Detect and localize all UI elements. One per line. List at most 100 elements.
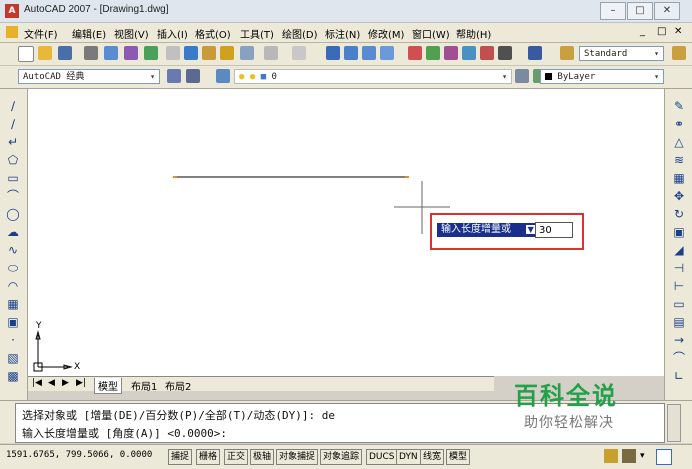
chamfer-icon[interactable]: → [672, 333, 686, 347]
model-toggle[interactable]: 模型 [446, 449, 471, 465]
block-editor-icon[interactable] [240, 46, 254, 60]
menu-view[interactable]: 视图(V) [114, 26, 149, 41]
ortho-toggle[interactable]: 正交 [224, 449, 249, 465]
markup-icon[interactable] [480, 46, 494, 60]
rectangle-icon[interactable]: ▭ [6, 171, 20, 185]
layer-select[interactable]: ● ● ■ 0 ▾ [234, 69, 512, 84]
join-icon[interactable]: ▤ [672, 315, 686, 329]
copy-object-icon[interactable]: ⚭ [672, 117, 686, 131]
menu-edit[interactable]: 编辑(E) [72, 26, 106, 41]
paste-icon[interactable] [202, 46, 216, 60]
design-center-icon[interactable] [426, 46, 440, 60]
break-icon[interactable]: ▭ [672, 297, 686, 311]
new-file-icon[interactable] [18, 46, 34, 62]
zoom-previous-icon[interactable] [380, 46, 394, 60]
tool-palettes-icon[interactable] [444, 46, 458, 60]
menu-tools[interactable]: 工具(T) [240, 26, 274, 41]
menu-modify[interactable]: 修改(M) [368, 26, 404, 41]
cut-icon[interactable] [166, 46, 180, 60]
menu-draw[interactable]: 绘图(D) [282, 26, 318, 41]
array-icon[interactable]: ▦ [672, 171, 686, 185]
tab-first-icon[interactable]: |◀ [32, 378, 42, 388]
command-scrollbar[interactable] [667, 404, 681, 442]
doc-restore-icon[interactable]: □ [657, 26, 666, 37]
properties-icon[interactable] [408, 46, 422, 60]
line-icon[interactable]: ∕ [6, 99, 20, 113]
polygon-icon[interactable]: ⬠ [6, 153, 20, 167]
grid-toggle[interactable]: 栅格 [196, 449, 221, 465]
save-icon[interactable] [58, 46, 72, 60]
copy-icon[interactable] [184, 46, 198, 60]
tab-layout1[interactable]: 布局1 [128, 378, 160, 393]
scale-icon[interactable]: ▣ [672, 225, 686, 239]
zoom-window-icon[interactable] [362, 46, 376, 60]
construction-line-icon[interactable]: ∕ [6, 117, 20, 131]
maximize-button[interactable]: □ [627, 2, 653, 20]
snap-toggle[interactable]: 捕捉 [168, 449, 193, 465]
insert-block-icon[interactable]: ▦ [6, 297, 20, 311]
tab-next-icon[interactable]: ▶ [62, 378, 69, 388]
gradient-icon[interactable]: ▩ [6, 369, 20, 383]
rotate-icon[interactable]: ↻ [672, 207, 686, 221]
print-preview-icon[interactable] [104, 46, 118, 60]
spline-icon[interactable]: ∿ [6, 243, 20, 257]
hatch-icon[interactable]: ▧ [6, 351, 20, 365]
ducs-toggle[interactable]: DUCS [366, 449, 398, 465]
match-properties-icon[interactable] [220, 46, 234, 60]
dynamic-input-field[interactable]: 30 [535, 222, 573, 238]
help-icon[interactable] [528, 46, 542, 60]
workspace-settings-icon[interactable] [167, 69, 181, 83]
mirror-icon[interactable]: △ [672, 135, 686, 149]
communication-center-icon[interactable] [604, 449, 618, 463]
dyn-toggle[interactable]: DYN [396, 449, 421, 465]
revision-cloud-icon[interactable]: ☁ [6, 225, 20, 239]
otrack-toggle[interactable]: 对象追踪 [320, 449, 363, 465]
pan-icon[interactable] [326, 46, 340, 60]
dim-style-icon[interactable] [672, 46, 686, 60]
menu-dimension[interactable]: 标注(N) [325, 26, 360, 41]
close-button[interactable]: ✕ [654, 2, 680, 20]
menu-insert[interactable]: 插入(I) [157, 26, 188, 41]
menu-window[interactable]: 窗口(W) [412, 26, 450, 41]
status-menu-icon[interactable]: ▾ [640, 451, 645, 461]
minimize-button[interactable]: – [600, 2, 626, 20]
tab-last-icon[interactable]: ▶| [76, 378, 86, 388]
fillet-icon[interactable]: ⌒ [672, 351, 686, 365]
redo-icon[interactable] [292, 46, 306, 60]
explode-icon[interactable]: ∟ [672, 369, 686, 383]
make-block-icon[interactable]: ▣ [6, 315, 20, 329]
trim-icon[interactable]: ⊣ [672, 261, 686, 275]
sheet-set-icon[interactable] [462, 46, 476, 60]
layer-manager-icon[interactable] [216, 69, 230, 83]
polar-toggle[interactable]: 极轴 [250, 449, 275, 465]
lineweight-toggle[interactable]: 线宽 [420, 449, 445, 465]
undo-icon[interactable] [264, 46, 278, 60]
ellipse-arc-icon[interactable]: ◠ [6, 279, 20, 293]
arc-icon[interactable]: ⌒ [6, 189, 20, 203]
menu-help[interactable]: 帮助(H) [456, 26, 491, 41]
tab-prev-icon[interactable]: ◀ [48, 378, 55, 388]
circle-icon[interactable]: ◯ [6, 207, 20, 221]
osnap-toggle[interactable]: 对象捕捉 [276, 449, 319, 465]
ellipse-icon[interactable]: ⬭ [6, 261, 20, 275]
options-arrow-icon[interactable]: ▼ [526, 225, 536, 234]
zoom-realtime-icon[interactable] [344, 46, 358, 60]
workspace-select[interactable]: AutoCAD 经典 ▾ [18, 69, 160, 84]
erase-icon[interactable]: ✎ [672, 99, 686, 113]
tab-model[interactable]: 模型 [94, 378, 122, 394]
stretch-icon[interactable]: ◢ [672, 243, 686, 257]
text-style-icon[interactable] [560, 46, 574, 60]
calculator-icon[interactable] [498, 46, 512, 60]
doc-minimize-icon[interactable]: _ [640, 26, 645, 37]
doc-close-icon[interactable]: ✕ [674, 26, 682, 37]
open-file-icon[interactable] [38, 46, 52, 60]
point-icon[interactable]: · [6, 333, 20, 347]
lock-toolbar-icon[interactable] [622, 449, 636, 463]
tab-layout2[interactable]: 布局2 [162, 378, 194, 393]
extend-icon[interactable]: ⊢ [672, 279, 686, 293]
text-style-select[interactable]: Standard ▾ [579, 46, 664, 61]
clean-screen-icon[interactable] [656, 449, 672, 465]
polyline-icon[interactable]: ↵ [6, 135, 20, 149]
make-current-layer-icon[interactable] [515, 69, 529, 83]
workspace-save-icon[interactable] [186, 69, 200, 83]
